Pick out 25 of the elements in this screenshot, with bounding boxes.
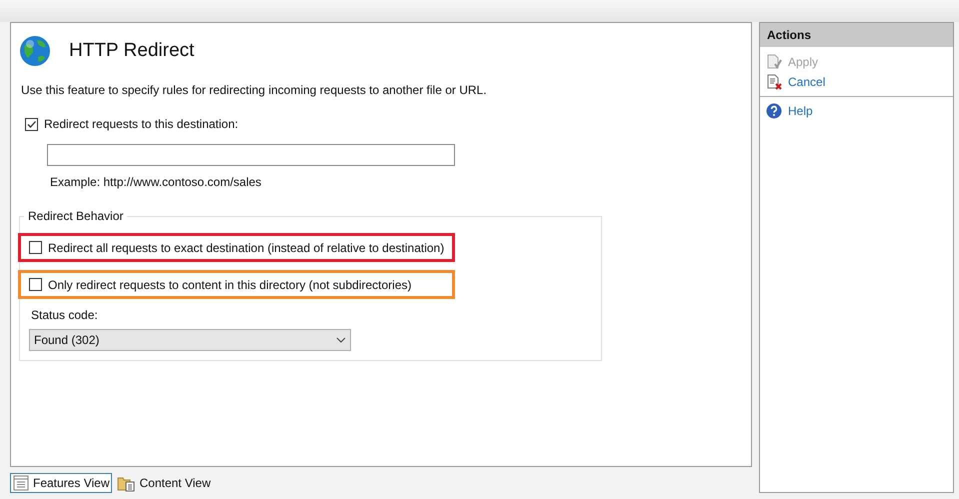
chevron-down-icon — [336, 337, 346, 343]
checkbox-label: Redirect all requests to exact destination (instead of relative to destination) — [48, 240, 444, 256]
document-check-icon — [766, 54, 782, 70]
page-title: HTTP Redirect — [69, 38, 194, 63]
status-code-dropdown[interactable]: Found (302) — [29, 329, 351, 351]
help-icon — [766, 103, 782, 119]
destination-field[interactable] — [47, 144, 455, 166]
checkbox[interactable] — [29, 241, 42, 254]
view-tab[interactable]: Features View — [10, 473, 112, 493]
status-code-label: Status code: — [31, 307, 99, 324]
list-view-icon — [13, 475, 29, 491]
description: Use this feature to specify rules for redirecting incoming requests to another file or URL. — [21, 82, 488, 99]
globe-icon — [19, 35, 51, 67]
document-x-icon — [766, 74, 782, 90]
actions-header: Actions — [760, 23, 953, 47]
checkbox-label: Only redirect requests to content in this directory (not subdirectories) — [48, 276, 412, 294]
example-text: Example: http://www.contoso.com/sales — [50, 174, 262, 191]
action-link[interactable]: Cancel — [760, 72, 953, 92]
view-tab[interactable]: Content View — [114, 473, 214, 493]
checkbox[interactable] — [29, 278, 42, 291]
action-link[interactable]: Help — [760, 101, 953, 121]
folder-document-icon — [117, 474, 136, 492]
checkbox-label: Redirect requests to this destination: — [44, 116, 238, 133]
group-title: Redirect Behavior — [27, 208, 124, 225]
checkbox[interactable] — [25, 118, 38, 130]
